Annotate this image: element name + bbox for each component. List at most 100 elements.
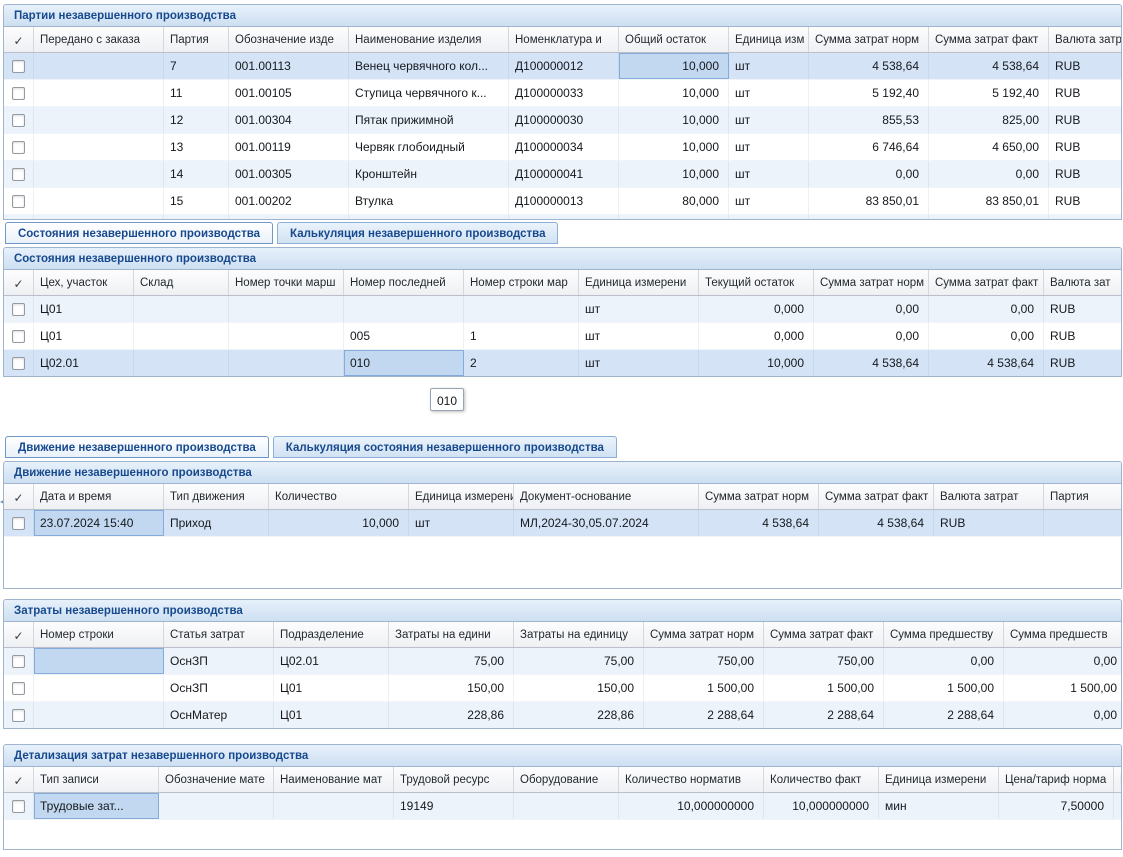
- table-cell[interactable]: RUB: [1044, 323, 1122, 349]
- table-cell[interactable]: [34, 188, 164, 214]
- table-cell[interactable]: 11: [164, 80, 229, 106]
- tab-wip-calculation[interactable]: Калькуляция незавершенного производства: [277, 222, 558, 244]
- table-cell[interactable]: [229, 323, 344, 349]
- column-header[interactable]: Общий остаток: [619, 27, 729, 52]
- table-cell[interactable]: Ц01: [34, 323, 134, 349]
- table-cell[interactable]: 10,000: [699, 350, 814, 376]
- table-cell[interactable]: 4 538,64: [819, 510, 934, 536]
- table-cell[interactable]: RUB: [1049, 80, 1122, 106]
- select-all-header[interactable]: ✓: [4, 767, 34, 792]
- column-header[interactable]: Дата и время: [34, 484, 164, 509]
- table-cell[interactable]: RUB: [1044, 350, 1122, 376]
- row-checkbox-cell[interactable]: [4, 675, 34, 701]
- column-header[interactable]: Валюта затр: [1049, 27, 1122, 52]
- table-cell[interactable]: [34, 702, 164, 728]
- column-header[interactable]: Сумма затрат норм: [809, 27, 929, 52]
- table-cell[interactable]: шт: [579, 296, 699, 322]
- table-cell[interactable]: 2: [464, 350, 579, 376]
- table-cell[interactable]: [514, 793, 619, 819]
- table-cell[interactable]: 855,53: [809, 107, 929, 133]
- row-checkbox-cell[interactable]: [4, 648, 34, 674]
- column-header[interactable]: Единица измерени: [409, 484, 514, 509]
- column-header[interactable]: Номер строки мар: [464, 270, 579, 295]
- table-cell[interactable]: [134, 323, 229, 349]
- table-cell[interactable]: Крепление фланцево...: [349, 215, 509, 220]
- table-row[interactable]: ОснЗПЦ01150,00150,001 500,001 500,001 50…: [4, 675, 1122, 702]
- table-cell[interactable]: 23.07.2024 15:40: [34, 510, 164, 536]
- table-cell[interactable]: 005: [344, 323, 464, 349]
- table-cell[interactable]: 5 192,40: [929, 80, 1049, 106]
- table-cell[interactable]: 10,000: [619, 80, 729, 106]
- table-cell[interactable]: 5 192,40: [809, 80, 929, 106]
- table-cell[interactable]: 80,000: [619, 188, 729, 214]
- table-cell[interactable]: 825,00: [929, 107, 1049, 133]
- column-header[interactable]: Единица измерени: [879, 767, 999, 792]
- select-all-header[interactable]: ✓: [4, 622, 34, 647]
- table-cell[interactable]: Д100000018: [509, 215, 619, 220]
- table-cell[interactable]: [229, 350, 344, 376]
- table-row[interactable]: 23.07.2024 15:40Приход10,000штМЛ,2024-30…: [4, 510, 1122, 537]
- table-cell[interactable]: Ц02.01: [34, 350, 134, 376]
- select-all-header[interactable]: ✓: [4, 27, 34, 52]
- row-checkbox[interactable]: [12, 60, 25, 73]
- row-checkbox[interactable]: [12, 195, 25, 208]
- table-cell[interactable]: мин: [879, 793, 999, 819]
- table-cell[interactable]: 75,00: [389, 648, 514, 674]
- table-cell[interactable]: RUB: [1049, 53, 1122, 79]
- table-cell[interactable]: шт: [729, 53, 809, 79]
- table-cell[interactable]: 001.00119: [229, 134, 349, 160]
- table-row[interactable]: 21001.00401Крепление фланцево...Д1000000…: [4, 215, 1122, 220]
- row-checkbox[interactable]: [12, 168, 25, 181]
- table-cell[interactable]: 750,00: [644, 648, 764, 674]
- column-header[interactable]: Количество факт: [764, 767, 879, 792]
- table-cell[interactable]: 10,000: [269, 510, 409, 536]
- row-checkbox-cell[interactable]: [4, 215, 34, 220]
- table-row[interactable]: 14001.00305КронштейнД10000004110,000шт0,…: [4, 161, 1122, 188]
- table-cell[interactable]: [159, 793, 274, 819]
- table-row[interactable]: Трудовые зат...1914910,00000000010,00000…: [4, 793, 1122, 820]
- table-cell[interactable]: 4 538,64: [929, 350, 1044, 376]
- table-cell[interactable]: Ступица червячного к...: [349, 80, 509, 106]
- column-header[interactable]: Документ-основание: [514, 484, 699, 509]
- column-header[interactable]: Ц: [1114, 767, 1122, 792]
- column-header[interactable]: Сумма предшеству: [884, 622, 1004, 647]
- column-header[interactable]: Единица измерени: [579, 270, 699, 295]
- table-cell[interactable]: RUB: [1049, 188, 1122, 214]
- table-cell[interactable]: [344, 296, 464, 322]
- table-cell[interactable]: 1: [464, 323, 579, 349]
- row-checkbox-cell[interactable]: [4, 702, 34, 728]
- table-cell[interactable]: [34, 648, 164, 674]
- table-cell[interactable]: Д100000012: [509, 53, 619, 79]
- table-cell[interactable]: шт: [729, 107, 809, 133]
- table-cell[interactable]: 4 538,64: [929, 53, 1049, 79]
- table-cell[interactable]: 001.00105: [229, 80, 349, 106]
- table-cell[interactable]: 750,00: [764, 648, 884, 674]
- table-cell[interactable]: 83 850,01: [809, 188, 929, 214]
- row-checkbox-cell[interactable]: [4, 161, 34, 187]
- table-cell[interactable]: [229, 296, 344, 322]
- row-checkbox[interactable]: [12, 303, 25, 316]
- column-header[interactable]: Номенклатура и: [509, 27, 619, 52]
- row-checkbox-cell[interactable]: [4, 323, 34, 349]
- table-cell[interactable]: 4 538,64: [809, 53, 929, 79]
- table-cell[interactable]: 0,00: [929, 323, 1044, 349]
- table-cell[interactable]: шт: [579, 350, 699, 376]
- table-cell[interactable]: Втулка: [349, 188, 509, 214]
- column-header[interactable]: Сумма затрат норм: [699, 484, 819, 509]
- table-cell[interactable]: RUB: [934, 510, 1044, 536]
- table-cell[interactable]: Приход: [164, 510, 269, 536]
- row-checkbox[interactable]: [12, 114, 25, 127]
- row-checkbox-cell[interactable]: [4, 53, 34, 79]
- table-cell[interactable]: [34, 215, 164, 220]
- table-cell[interactable]: 1 500,00: [644, 675, 764, 701]
- table-cell[interactable]: RUB: [1044, 296, 1122, 322]
- table-cell[interactable]: 0,000: [699, 296, 814, 322]
- column-header[interactable]: Сумма предшеств: [1004, 622, 1122, 647]
- column-header[interactable]: Цех, участок: [34, 270, 134, 295]
- table-cell[interactable]: 228,86: [514, 702, 644, 728]
- table-row[interactable]: ОснМатерЦ01228,86228,862 288,642 288,642…: [4, 702, 1122, 729]
- column-header[interactable]: Партия: [164, 27, 229, 52]
- table-cell[interactable]: [34, 675, 164, 701]
- table-cell[interactable]: [134, 296, 229, 322]
- column-header[interactable]: Статья затрат: [164, 622, 274, 647]
